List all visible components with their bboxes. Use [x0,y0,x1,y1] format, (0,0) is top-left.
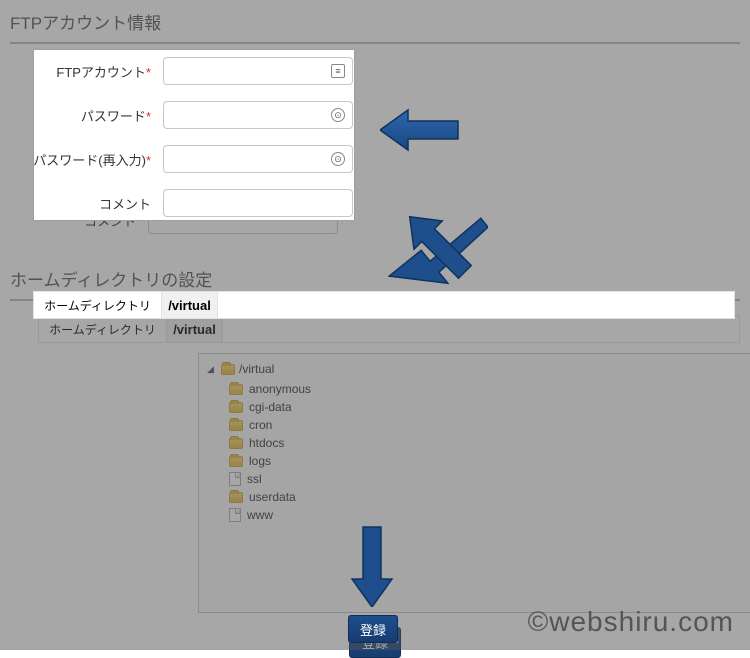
tree-root-label: /virtual [239,362,274,376]
tree-item-label: ssl [247,472,262,486]
folder-icon [229,384,243,395]
tree-collapse-icon[interactable]: ◢ [207,364,217,374]
tree-item-label: anonymous [249,382,311,396]
tree-item[interactable]: logs [229,452,749,470]
homedir-path-input[interactable] [223,316,739,342]
tree-item-label: cron [249,418,272,432]
tree-item-label: htdocs [249,436,284,450]
file-icon [229,508,241,522]
folder-icon [229,438,243,449]
tree-root[interactable]: ◢ /virtual [207,362,749,376]
file-icon [229,472,241,486]
homedir-row: ホームディレクトリ /virtual [38,315,740,343]
homedir-path-input[interactable] [218,292,734,318]
folder-icon [229,456,243,467]
watermark: ©webshiru.com [528,606,734,638]
tree-item[interactable]: cron [229,416,749,434]
folder-icon [229,492,243,503]
ftp-account-input[interactable] [163,57,353,85]
tree-item[interactable]: htdocs [229,434,749,452]
password-confirm-input[interactable] [163,145,353,173]
section-title-account: FTPアカウント情報 [10,5,740,44]
tree-item[interactable]: anonymous [229,380,749,398]
tree-item[interactable]: cgi-data [229,398,749,416]
submit-button[interactable]: 登録 [348,615,398,643]
key-icon: ⊙ [331,108,345,122]
password-input[interactable] [163,101,353,129]
folder-icon [229,420,243,431]
homedir-prefix: /virtual [167,316,223,342]
folder-icon [229,402,243,413]
tree-item[interactable]: www [229,506,749,524]
tree-item[interactable]: userdata [229,488,749,506]
tree-item-label: cgi-data [249,400,292,414]
folder-icon [221,364,235,375]
tree-item-label: logs [249,454,271,468]
key-icon: ⊙ [331,152,345,166]
tree-item-label: www [247,508,273,522]
tree-item[interactable]: ssl [229,470,749,488]
tree-item-label: userdata [249,490,296,504]
directory-tree-panel[interactable]: ◢ /virtual anonymous cgi-data cron htdocs lo… [198,353,750,613]
homedir-row-label: ホームディレクトリ [39,316,167,342]
contact-icon: ≡ [331,64,345,78]
comment-input[interactable] [163,189,353,217]
